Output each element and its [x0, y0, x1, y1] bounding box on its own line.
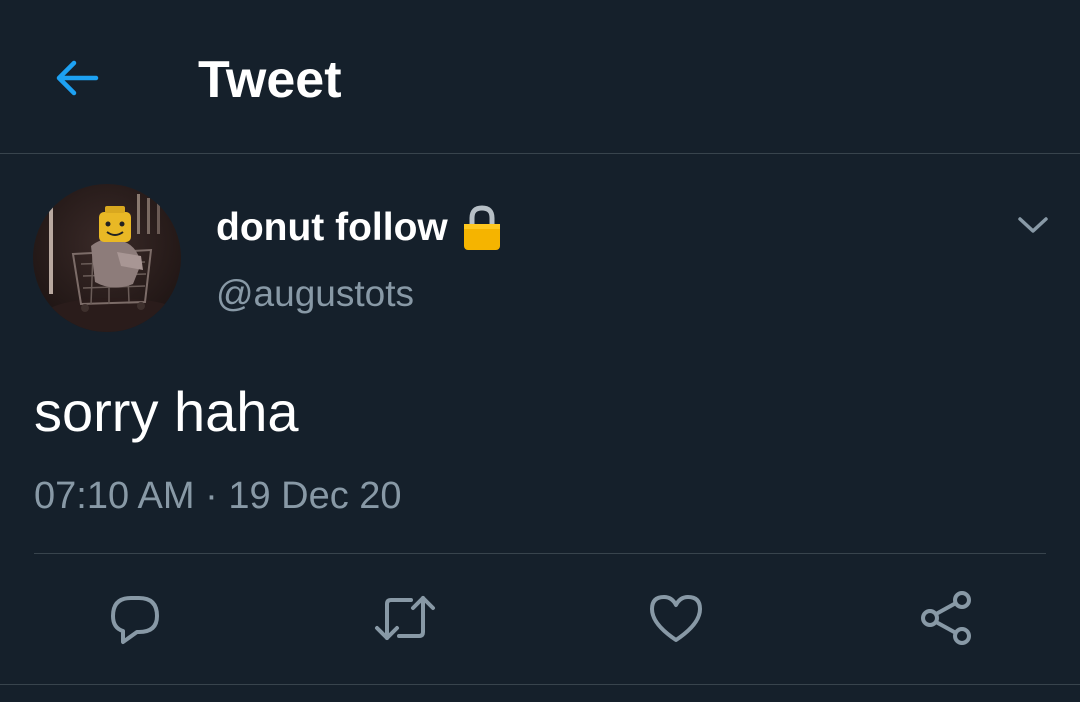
- divider: [34, 553, 1046, 554]
- reply-button[interactable]: [103, 586, 167, 650]
- top-app-bar: Tweet: [0, 0, 1080, 154]
- display-name: donut follow: [216, 206, 448, 249]
- avatar[interactable]: [33, 184, 181, 332]
- tweet-timestamp[interactable]: 07:10 AM · 19 Dec 20: [34, 472, 402, 520]
- like-button[interactable]: [644, 586, 708, 650]
- lock-icon: [462, 205, 502, 251]
- tweet-text: sorry haha: [34, 380, 299, 443]
- arrow-left-icon: [56, 60, 99, 96]
- chevron-down-icon: [1018, 217, 1048, 233]
- back-button[interactable]: [46, 48, 106, 108]
- share-icon: [921, 591, 971, 645]
- author-handle[interactable]: @augustots: [216, 270, 414, 318]
- share-button[interactable]: [914, 586, 978, 650]
- comment-icon: [111, 596, 159, 644]
- tweet-time: 07:10 AM: [34, 475, 195, 517]
- tweet-actions: [0, 586, 1080, 650]
- tweet-detail-screen: Tweet donut follow @augustots sorry haha…: [0, 0, 1080, 702]
- bottom-divider: [0, 684, 1080, 685]
- author-name-row[interactable]: donut follow: [216, 202, 502, 254]
- tweet-date: 19 Dec 20: [228, 475, 402, 517]
- meta-separator: ·: [205, 475, 218, 517]
- avatar-image: [33, 184, 181, 332]
- heart-icon: [650, 595, 702, 642]
- page-title: Tweet: [198, 51, 342, 109]
- tweet-menu-button[interactable]: [1014, 206, 1052, 244]
- retweet-icon: [375, 596, 435, 640]
- retweet-button[interactable]: [373, 586, 437, 650]
